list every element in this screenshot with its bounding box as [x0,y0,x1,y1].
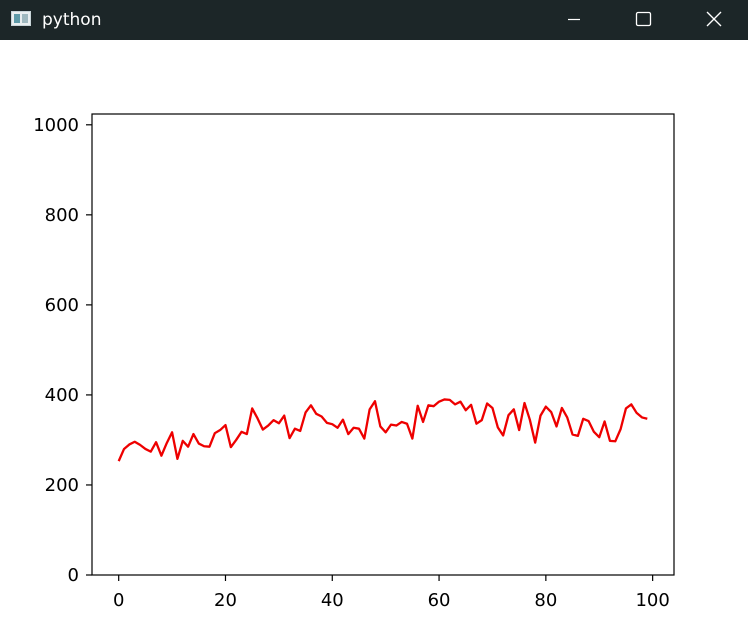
maximize-button[interactable] [620,0,666,40]
close-button[interactable] [691,0,737,40]
y-tick-label: 200 [45,475,79,496]
x-axis: 0 20 40 60 80 100 [113,575,670,611]
y-axis: 0 200 400 600 800 1000 [33,115,92,586]
data-series-line [117,398,648,462]
close-icon [706,11,722,27]
x-tick-label: 100 [635,590,669,611]
y-tick-label: 1000 [33,115,79,136]
y-tick-label: 800 [45,205,79,226]
y-tick-label: 600 [45,295,79,316]
y-tick-label: 0 [68,565,79,586]
x-tick-label: 60 [428,590,451,611]
x-tick-label: 40 [321,590,344,611]
python-figure-window: python 0 200 400 600 800 1000 0 20 40 60 80 100 [0,0,748,640]
python-figure-icon [11,11,31,26]
minimize-icon [568,18,580,21]
axes-frame [91,113,675,576]
plot-area: 0 200 400 600 800 1000 0 20 40 60 80 100 [0,40,748,640]
y-tick-label: 400 [45,385,79,406]
x-tick-label: 0 [113,590,124,611]
x-tick-label: 80 [534,590,557,611]
maximize-icon [635,11,652,27]
window-title: python [42,10,102,30]
line-chart: 0 200 400 600 800 1000 0 20 40 60 80 100 [33,113,675,611]
x-tick-label: 20 [214,590,237,611]
minimize-button[interactable] [551,0,597,40]
title-bar[interactable]: python [0,0,748,40]
